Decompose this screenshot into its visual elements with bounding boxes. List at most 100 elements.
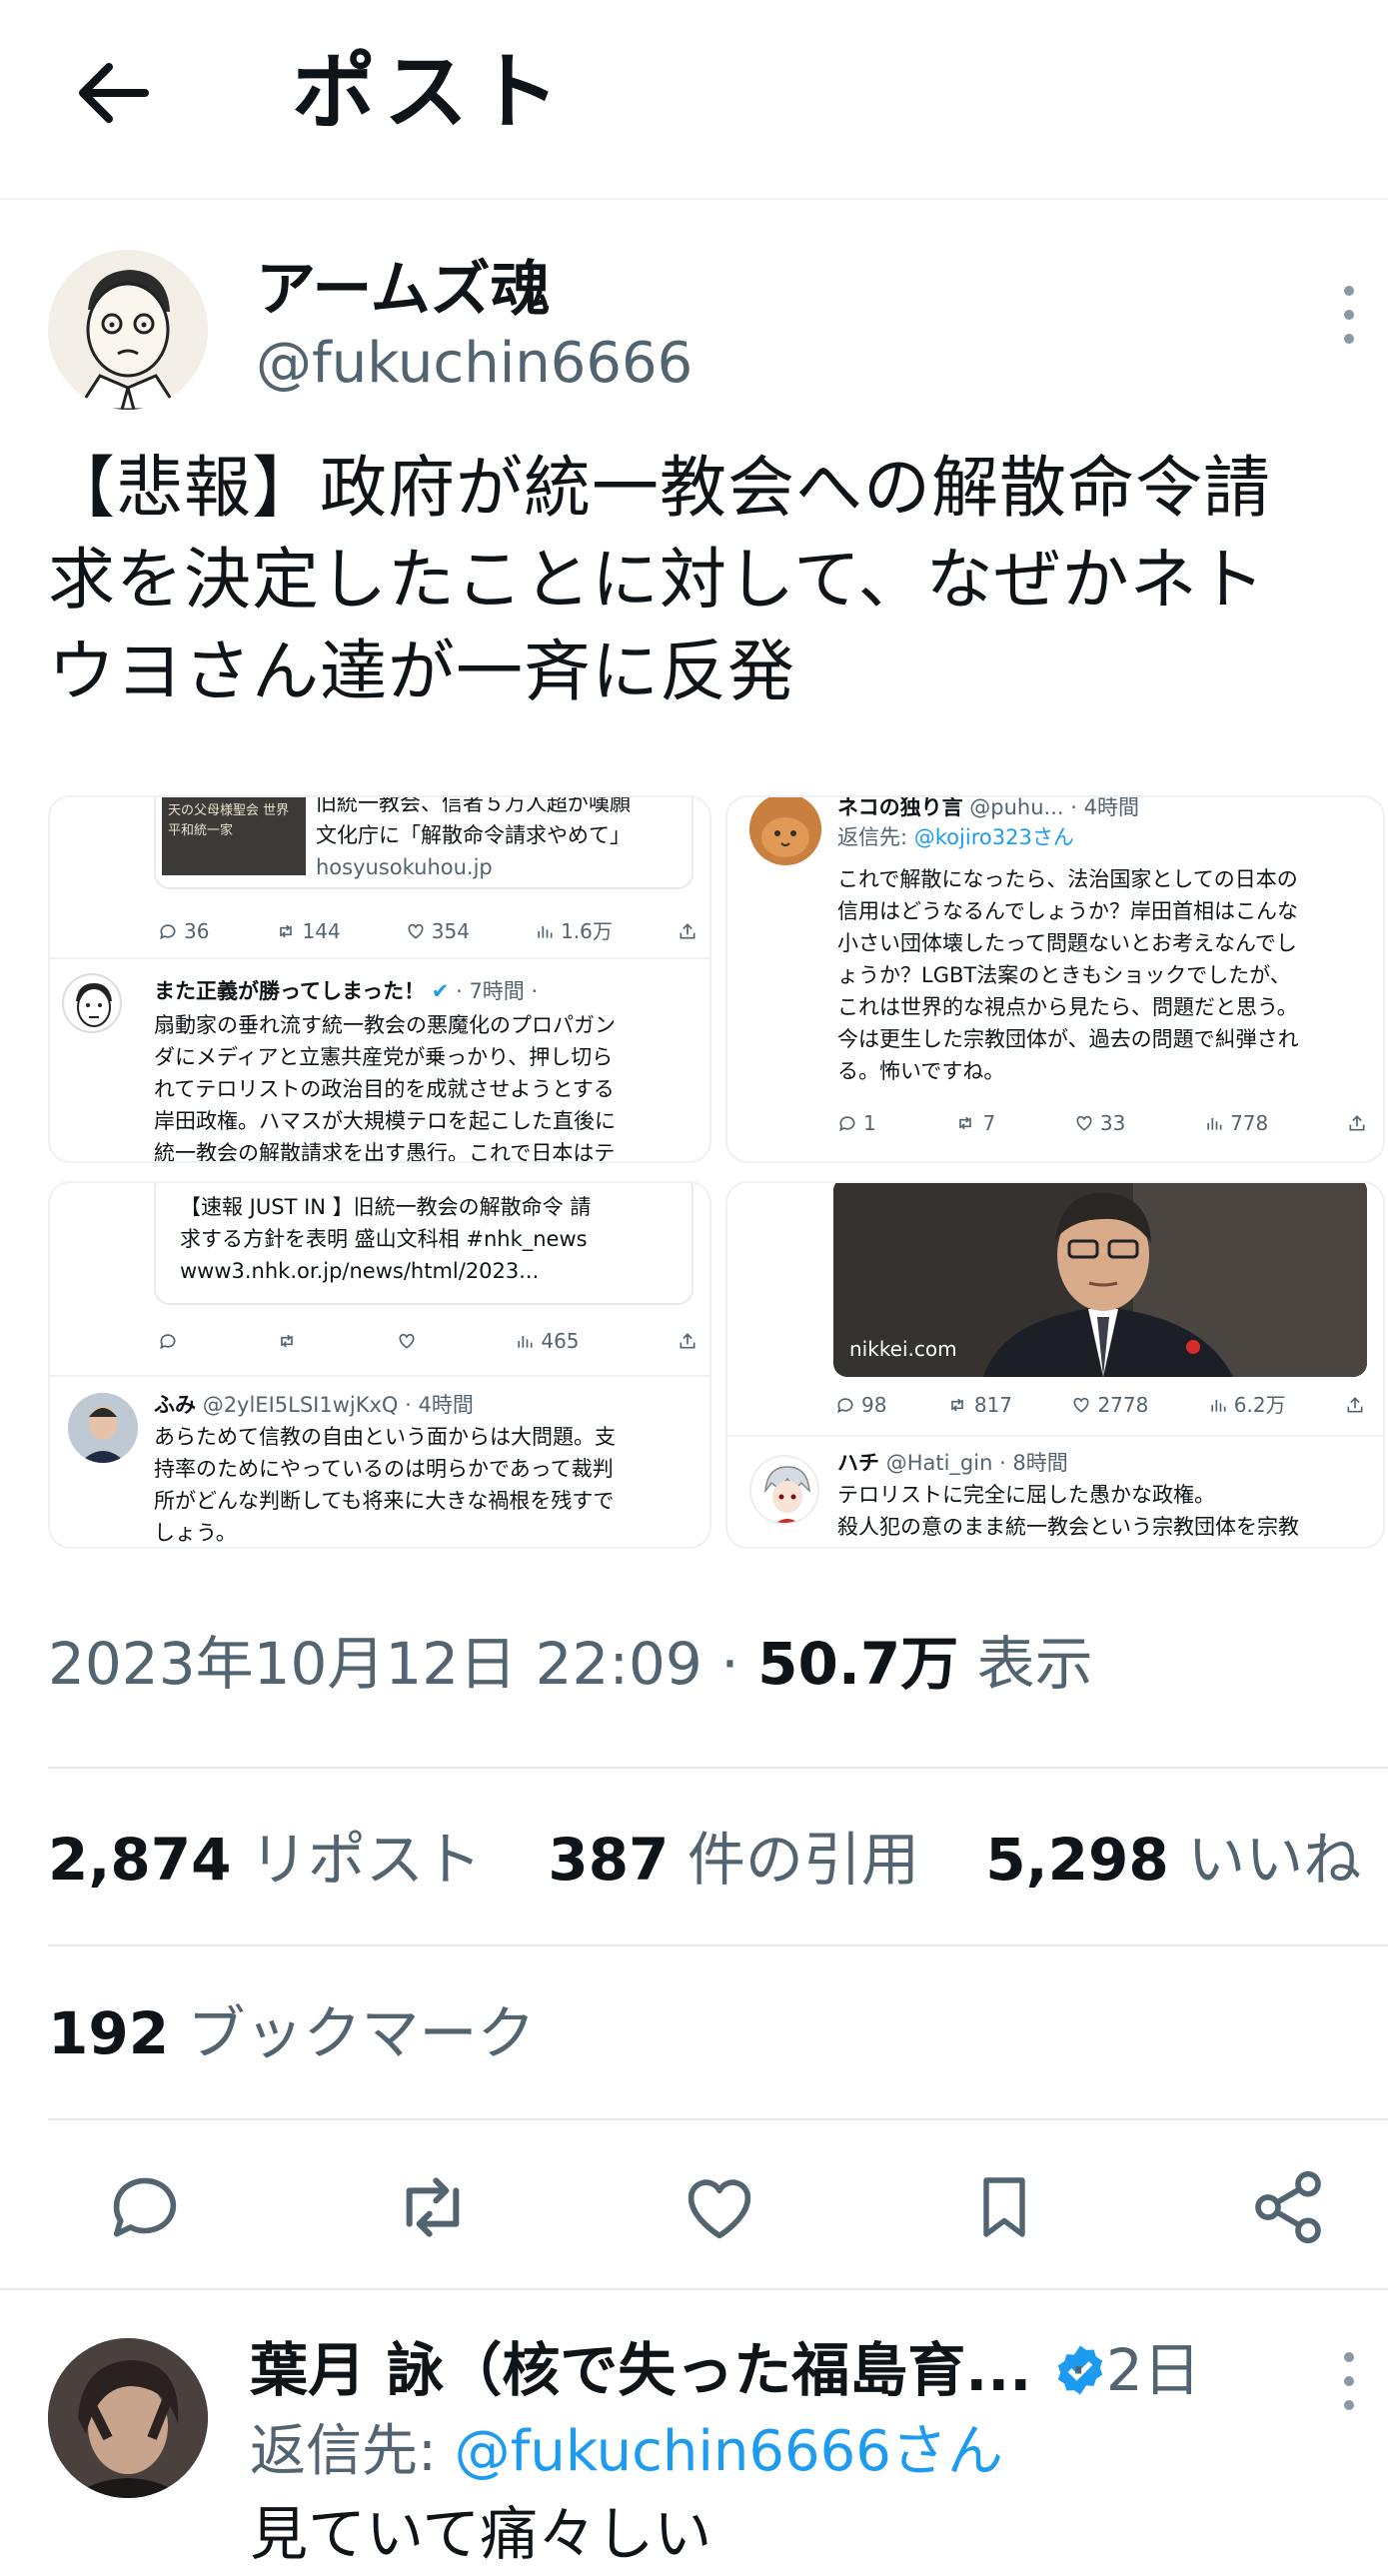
link-card-title: 旧統一教会、信者５万人超が嘆願 — [316, 795, 631, 815]
repost-button[interactable] — [378, 2152, 488, 2262]
more-options-button[interactable] — [1329, 280, 1369, 350]
tweet-text-line: 求を決定したことに対して、なぜかネト — [48, 541, 1266, 619]
divider — [48, 1944, 1388, 1946]
page-title: ポスト — [292, 43, 569, 141]
media-image-3[interactable]: 【速報 JUST IN 】旧統一教会の解散命令 請 求する方針を表明 盛山文科相… — [48, 1181, 711, 1549]
media-image-2[interactable]: ネコの独り言 @puhu... · 4時間 返信先: @kojiro323さん … — [725, 795, 1385, 1163]
author-handle[interactable]: @fukuchin6666 — [256, 326, 693, 402]
dot-icon — [1344, 2376, 1354, 2386]
view-count: 1.6万 — [535, 915, 613, 947]
share-icon — [1347, 1113, 1367, 1133]
reply-to-link[interactable]: @fukuchin6666さん — [455, 2419, 1003, 2484]
metrics-row: 465 — [158, 1325, 697, 1357]
like-button[interactable] — [665, 2152, 774, 2262]
comment-icon — [160, 924, 176, 940]
post-avatar — [62, 973, 122, 1033]
image-caption: nikkei.com — [849, 1337, 957, 1361]
post-text: これで解散になったら、法治国家としての日本の 信用はどうなるんでしょうか？岸田首… — [837, 867, 1299, 1083]
reposts-stat[interactable]: 2,874 リポスト — [48, 1826, 482, 1894]
chart-icon — [538, 926, 553, 938]
post-handle: @puhu... · 4時間 — [969, 795, 1139, 819]
comment-icon — [837, 1398, 853, 1414]
link-card: 天の父母様聖会 世界平和統一家 旧統一教会、信者５万人超が嘆願 文化庁に「解散命… — [154, 795, 694, 889]
share-button[interactable] — [1233, 2152, 1343, 2262]
reply-count: 36 — [158, 915, 209, 947]
likes-stat[interactable]: 5,298 いいね — [985, 1826, 1361, 1894]
post-author: ネコの独り言 — [837, 795, 963, 819]
repost-icon — [959, 1116, 972, 1130]
post-handle: @Hati_gin · 8時間 — [885, 1451, 1068, 1475]
repost-icon — [406, 2177, 460, 2237]
news-photo: nikkei.com — [833, 1183, 1367, 1377]
author-name[interactable]: アームズ魂 — [256, 250, 551, 330]
link-card-domain: hosyusokuhou.jp — [316, 855, 493, 879]
engagement-stats: 2,874 リポスト 387 件の引用 5,298 いいね — [48, 1815, 1388, 1905]
heart-icon — [399, 1333, 415, 1349]
like-count: 354 — [406, 915, 470, 947]
post-handle: @2ylEI5LSI1wjKxQ · 4時間 — [202, 1393, 474, 1417]
media-image-1[interactable]: 天の父母様聖会 世界平和統一家 旧統一教会、信者５万人超が嘆願 文化庁に「解散命… — [48, 795, 711, 1163]
top-bar: ポスト — [0, 0, 1388, 200]
bookmark-icon — [983, 2177, 1025, 2237]
link-card-thumbnail: 天の父母様聖会 世界平和統一家 — [162, 797, 306, 875]
post-text: テロリストに完全に屈した愚かな政権。 殺人犯の意のまま統一教会という宗教団体を宗… — [837, 1483, 1299, 1539]
repost-icon — [951, 1398, 963, 1412]
share-icon — [1345, 1395, 1365, 1415]
metrics-row: 98 817 2778 6.2万 — [835, 1389, 1365, 1421]
link-card-url: www3.nhk.or.jp/news/html/2023... — [180, 1259, 540, 1283]
post-text: あらためて信教の自由という面からは大問題。支 持率のためにやっているのは明らかで… — [154, 1425, 616, 1545]
post-author: また正義が勝ってしまった！ — [154, 979, 426, 1003]
share-icon — [1255, 2170, 1321, 2244]
link-card-title: 文化庁に「解散命令請求やめて」 — [316, 823, 631, 847]
metrics-row: 36 144 354 1.6万 — [158, 915, 697, 947]
chart-icon — [1207, 1118, 1222, 1130]
dot-icon — [1344, 2400, 1354, 2410]
tweet-text-line: ウヨさん達が一斉に反発 — [48, 633, 795, 710]
share-icon — [678, 921, 697, 941]
quotes-stat[interactable]: 387 件の引用 — [548, 1826, 919, 1894]
post-date[interactable]: 2023年10月12日 22:09 — [48, 1630, 702, 1698]
post-author: ふみ — [154, 1393, 196, 1417]
comment-icon — [839, 1116, 855, 1132]
repost-icon — [279, 924, 292, 938]
media-image-4[interactable]: nikkei.com 98 817 2778 6.2万 ハチ @Hati_gin… — [725, 1181, 1385, 1549]
comment-icon — [160, 1334, 176, 1350]
chart-icon — [518, 1336, 533, 1348]
divider — [48, 2118, 1388, 2120]
reply-time: · 2日 — [1069, 2336, 1201, 2404]
share-icon — [678, 1331, 697, 1351]
reply-avatar[interactable] — [48, 2338, 208, 2498]
reply-text: 見ていて痛々しい — [250, 2500, 712, 2568]
reply-more-options-button[interactable] — [1329, 2346, 1369, 2416]
heart-icon — [688, 2179, 751, 2239]
chart-icon — [1211, 1400, 1226, 1412]
reply-to-line: 返信先: @fukuchin6666さん — [250, 2419, 1003, 2484]
dot-icon — [1344, 310, 1354, 320]
reply-to-link: @kojiro323 — [913, 825, 1032, 849]
reply-author-name[interactable]: 葉月 詠（核で失った福島育... — [250, 2328, 1108, 2412]
metrics-row: 1 7 33 778 — [837, 1107, 1367, 1139]
repost-icon — [281, 1334, 294, 1348]
arrow-left-icon — [79, 63, 149, 123]
heart-icon — [1073, 1397, 1089, 1413]
bookmark-button[interactable] — [949, 2152, 1059, 2262]
post-avatar — [749, 1455, 819, 1525]
dot-icon — [1344, 2352, 1354, 2362]
heart-icon — [408, 923, 424, 939]
view-count: 50.7万 — [757, 1630, 959, 1698]
reply-button[interactable] — [90, 2152, 200, 2262]
back-button[interactable] — [62, 48, 162, 138]
link-card-title: 求する方針を表明 盛山文科相 #nhk_news — [180, 1227, 588, 1251]
tweet-text: 【悲報】政府が統一教会への解散命令請 求を決定したことに対して、なぜかネト ウヨ… — [48, 442, 1347, 717]
post-author: ハチ — [837, 1451, 879, 1475]
author-avatar[interactable] — [48, 250, 208, 410]
comment-icon — [113, 2177, 177, 2237]
bookmarks-stat[interactable]: 192 ブックマーク — [48, 1988, 536, 2078]
heart-icon — [1076, 1115, 1092, 1131]
cat-avatar — [749, 797, 821, 865]
dot-icon — [1344, 334, 1354, 344]
repost-count: 144 — [275, 915, 341, 947]
media-grid: 天の父母様聖会 世界平和統一家 旧統一教会、信者５万人超が嘆願 文化庁に「解散命… — [48, 795, 1385, 1549]
link-card-title: 【速報 JUST IN 】旧統一教会の解散命令 請 — [180, 1195, 592, 1219]
tweet-text-line: 【悲報】政府が統一教会への解散命令請 — [48, 449, 1271, 527]
